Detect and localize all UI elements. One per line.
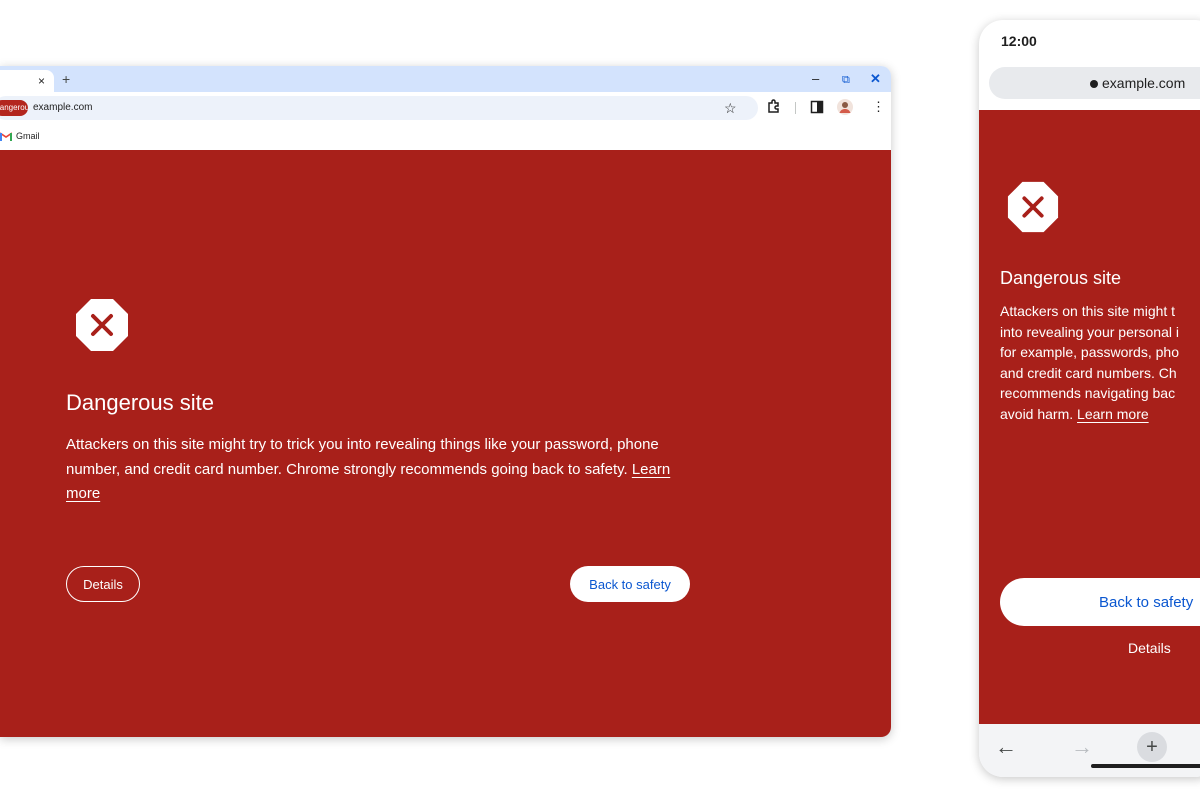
warning-description: Attackers on this site might try to tric… (66, 433, 706, 507)
tab-strip: × + – ⧉ ✕ (0, 66, 891, 92)
browser-toolbar: Dangerous example.com ☆ ⋮ (0, 92, 891, 124)
mobile-warning-description: Attackers on this site might t into reve… (1000, 301, 1200, 424)
new-tab-button[interactable]: + (62, 70, 70, 88)
menu-icon[interactable]: ⋮ (872, 99, 885, 115)
tab-close-icon[interactable]: × (38, 71, 45, 91)
restore-button[interactable]: ⧉ (842, 72, 850, 88)
back-to-safety-button[interactable]: Back to safety (570, 566, 690, 602)
mobile-phone: 12:00 example.com Dangerous site Attacke… (979, 20, 1200, 777)
mobile-body-line: and credit card numbers. Ch (1000, 364, 1177, 381)
mobile-body-last-line: avoid harm. Learn more (1000, 404, 1200, 425)
address-bar[interactable]: Dangerous example.com ☆ (0, 96, 758, 120)
forward-arrow-icon[interactable]: → (1071, 734, 1093, 760)
active-tab[interactable]: × (0, 70, 54, 92)
mobile-learn-more-link[interactable]: Learn more (1077, 406, 1149, 422)
page-title: Dangerous site (66, 390, 214, 415)
mobile-back-to-safety-button[interactable]: Back to safety (1000, 578, 1200, 626)
back-arrow-icon[interactable]: ← (995, 734, 1017, 760)
close-window-button[interactable]: ✕ (870, 71, 881, 87)
toolbar-divider (795, 102, 796, 114)
new-tab-plus-icon[interactable]: + (1137, 732, 1167, 762)
side-panel-icon[interactable] (808, 98, 826, 116)
mobile-body-line: avoid harm. (1000, 405, 1074, 422)
gmail-icon (0, 132, 12, 141)
mobile-body-line: recommends navigating bac (1000, 385, 1176, 401)
dangerous-x-octagon-icon (76, 299, 128, 351)
minimize-button[interactable]: – (812, 71, 819, 87)
mobile-body-line: into revealing your personal i (1000, 323, 1179, 340)
mobile-body-line: Attackers on this site might t (1000, 303, 1176, 319)
mobile-address-bar[interactable]: example.com (989, 67, 1200, 99)
interstitial-page: Dangerous site Attackers on this site mi… (0, 150, 891, 737)
mobile-page-title: Dangerous site (1000, 268, 1122, 288)
dangerous-site-chip[interactable]: Dangerous (0, 100, 28, 116)
site-info-icon[interactable] (1090, 80, 1098, 88)
bookmarks-bar: Gmail (0, 124, 891, 150)
dangerous-x-octagon-icon (1007, 181, 1059, 233)
mobile-address-url[interactable]: example.com (1102, 75, 1185, 91)
home-indicator[interactable] (1091, 764, 1200, 768)
profile-avatar[interactable] (836, 98, 854, 116)
bookmark-gmail[interactable]: Gmail (16, 130, 40, 142)
address-bar-url[interactable]: example.com (33, 101, 92, 115)
warning-body: Attackers on this site might try to tric… (66, 436, 659, 478)
details-button[interactable]: Details (66, 566, 140, 602)
mobile-body-line: for example, passwords, pho (1000, 344, 1179, 360)
extensions-icon[interactable] (765, 98, 783, 116)
mobile-bottom-toolbar: ← → + (979, 724, 1200, 777)
status-bar-time: 12:00 (1001, 33, 1037, 49)
desktop-browser-window: × + – ⧉ ✕ Dangerous example.com ☆ ⋮ (0, 66, 891, 737)
mobile-details-link[interactable]: Details (1128, 640, 1171, 656)
mobile-interstitial-page: Dangerous site Attackers on this site mi… (979, 110, 1200, 724)
star-icon[interactable]: ☆ (724, 98, 737, 118)
